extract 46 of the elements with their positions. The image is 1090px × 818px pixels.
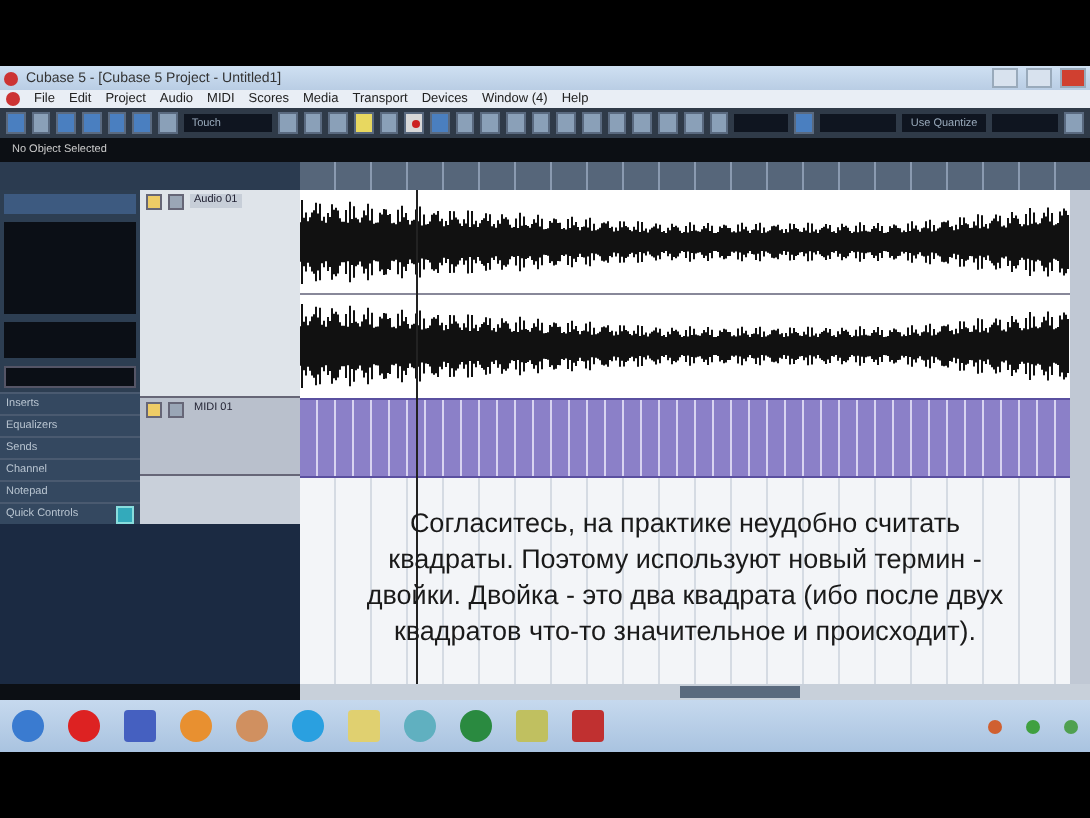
toolbar-toggle-button[interactable] (6, 112, 26, 134)
round-app-icon[interactable] (236, 710, 268, 742)
tool-button[interactable] (658, 112, 678, 134)
transport-button[interactable] (277, 112, 297, 134)
cycle-button[interactable] (353, 112, 374, 134)
toolbar-toggle-button[interactable] (31, 112, 51, 134)
tool-button[interactable] (683, 112, 703, 134)
app-menu-icon[interactable] (6, 92, 20, 106)
timeline-ruler[interactable] (300, 162, 1090, 190)
quantize-value-field[interactable] (991, 114, 1059, 132)
toolbar-toggle-button[interactable] (56, 112, 77, 134)
toolbar-toggle-button[interactable] (82, 112, 102, 134)
play-button[interactable] (379, 112, 399, 134)
record-button[interactable] (404, 112, 424, 134)
app-logo-icon (4, 71, 18, 85)
tool-button[interactable] (607, 112, 627, 134)
grid-field[interactable] (819, 114, 897, 132)
maximize-button[interactable] (1026, 68, 1052, 88)
toolbar-toggle-button[interactable] (107, 112, 127, 134)
tool-button[interactable] (531, 112, 551, 134)
minimize-button[interactable] (992, 68, 1018, 88)
snap-button[interactable] (793, 112, 814, 134)
close-button[interactable] (1060, 68, 1086, 88)
vertical-scrollbar[interactable] (1070, 190, 1090, 684)
circle-app-icon[interactable] (460, 710, 492, 742)
tool-button[interactable] (582, 112, 602, 134)
tool-button[interactable] (709, 112, 729, 134)
tool-button[interactable] (429, 112, 450, 134)
track-preset-field[interactable] (4, 366, 136, 388)
tool-button[interactable] (632, 112, 653, 134)
transport-button[interactable] (303, 112, 323, 134)
tool-button[interactable] (455, 112, 475, 134)
tool-button[interactable] (480, 112, 500, 134)
tool-button[interactable] (556, 112, 577, 134)
scrollbar-thumb[interactable] (680, 686, 800, 698)
tool-button[interactable] (506, 112, 526, 134)
snap-field[interactable] (734, 114, 788, 132)
routing-panel (4, 322, 136, 358)
tray-icon[interactable] (1064, 719, 1078, 733)
channel-settings-panel (4, 222, 136, 314)
horizontal-scrollbar[interactable] (300, 684, 1090, 700)
tray-icon[interactable] (988, 719, 1002, 733)
tray-icon[interactable] (1026, 719, 1040, 733)
toolbar-toggle-button[interactable] (158, 112, 178, 134)
toolbar-toggle-button[interactable] (132, 112, 153, 134)
color-button[interactable] (1064, 112, 1085, 134)
